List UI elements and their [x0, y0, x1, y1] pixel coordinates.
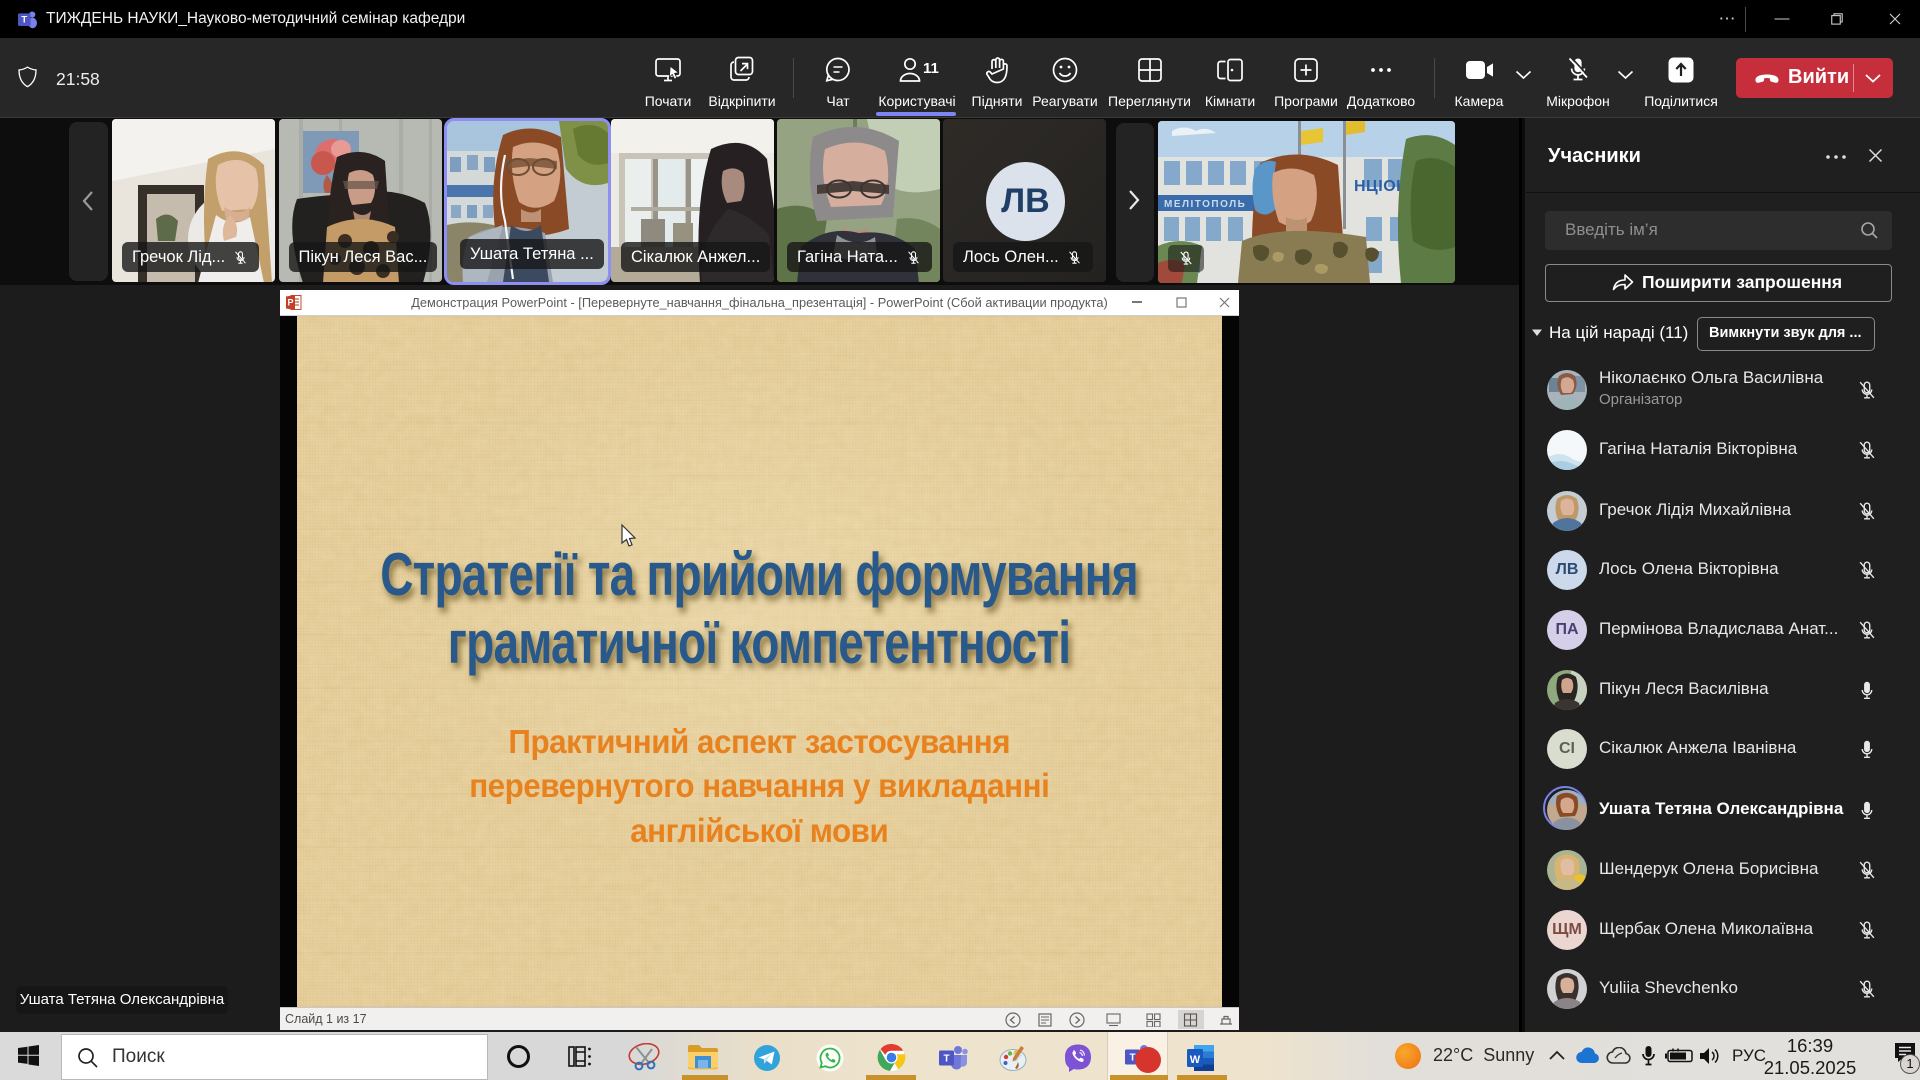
svg-text:T: T — [943, 1054, 949, 1065]
svg-text:МЕЛІТОПОЛЬ: МЕЛІТОПОЛЬ — [1164, 199, 1246, 210]
svg-text:11: 11 — [923, 60, 939, 77]
svg-text:W: W — [1190, 1054, 1201, 1066]
svg-text:T: T — [21, 15, 27, 26]
